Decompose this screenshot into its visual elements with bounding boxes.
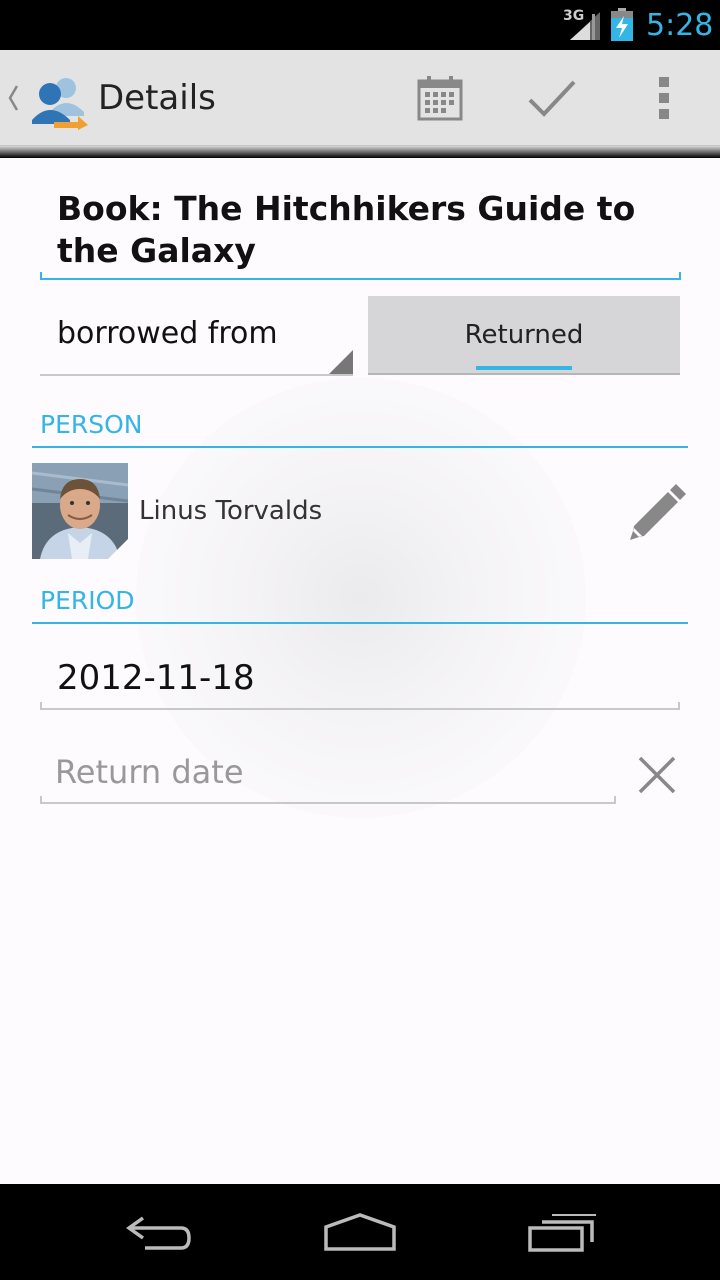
status-bar: 3G 5:28 xyxy=(0,0,720,50)
calendar-icon xyxy=(417,76,463,121)
period-section-header: PERIOD xyxy=(32,574,688,624)
recents-button[interactable] xyxy=(514,1202,610,1262)
clock: 5:28 xyxy=(646,8,714,43)
overflow-menu-icon xyxy=(659,77,669,119)
toggle-indicator xyxy=(476,366,572,370)
start-date-value: 2012-11-18 xyxy=(57,658,255,698)
back-button[interactable] xyxy=(112,1202,208,1262)
person-photo xyxy=(32,463,128,559)
person-section-label: PERSON xyxy=(40,410,143,439)
signal-icon xyxy=(570,12,600,40)
direction-spinner-value: borrowed from xyxy=(57,316,278,351)
start-date-field[interactable]: 2012-11-18 xyxy=(40,646,680,710)
action-bar: Details xyxy=(0,50,720,146)
overflow-menu-button[interactable] xyxy=(632,66,696,130)
direction-spinner[interactable]: borrowed from xyxy=(40,298,353,376)
avatar[interactable] xyxy=(32,463,128,559)
return-date-field[interactable] xyxy=(40,740,616,804)
page-title: Details xyxy=(98,78,216,118)
action-bar-shadow xyxy=(0,146,720,158)
check-icon xyxy=(528,80,576,117)
pencil-icon xyxy=(630,484,686,540)
item-title: Book: The Hitchhikers Guide to the Galax… xyxy=(57,189,636,270)
close-icon xyxy=(638,756,676,794)
home-icon xyxy=(324,1213,396,1251)
returned-label: Returned xyxy=(464,320,584,350)
item-title-field[interactable]: Book: The Hitchhikers Guide to the Galax… xyxy=(40,188,681,280)
back-icon xyxy=(125,1216,191,1250)
home-button[interactable] xyxy=(312,1202,408,1262)
clear-return-date-button[interactable] xyxy=(632,750,682,800)
return-date-input[interactable] xyxy=(55,750,595,794)
edit-person-button[interactable] xyxy=(622,478,688,544)
person-section-header: PERSON xyxy=(32,398,688,448)
navigation-bar xyxy=(0,1184,720,1280)
app-logo-icon[interactable] xyxy=(26,72,90,130)
up-caret-icon[interactable] xyxy=(6,80,20,116)
details-form: Book: The Hitchhikers Guide to the Galax… xyxy=(0,158,720,1184)
battery-charging-icon xyxy=(611,8,633,41)
person-name: Linus Torvalds xyxy=(139,496,323,526)
returned-toggle-button[interactable]: Returned xyxy=(368,296,680,375)
recents-icon xyxy=(528,1214,596,1252)
period-section-label: PERIOD xyxy=(40,586,135,615)
save-button[interactable] xyxy=(520,66,584,130)
calendar-button[interactable] xyxy=(408,66,472,130)
spinner-corner-icon xyxy=(329,350,353,374)
